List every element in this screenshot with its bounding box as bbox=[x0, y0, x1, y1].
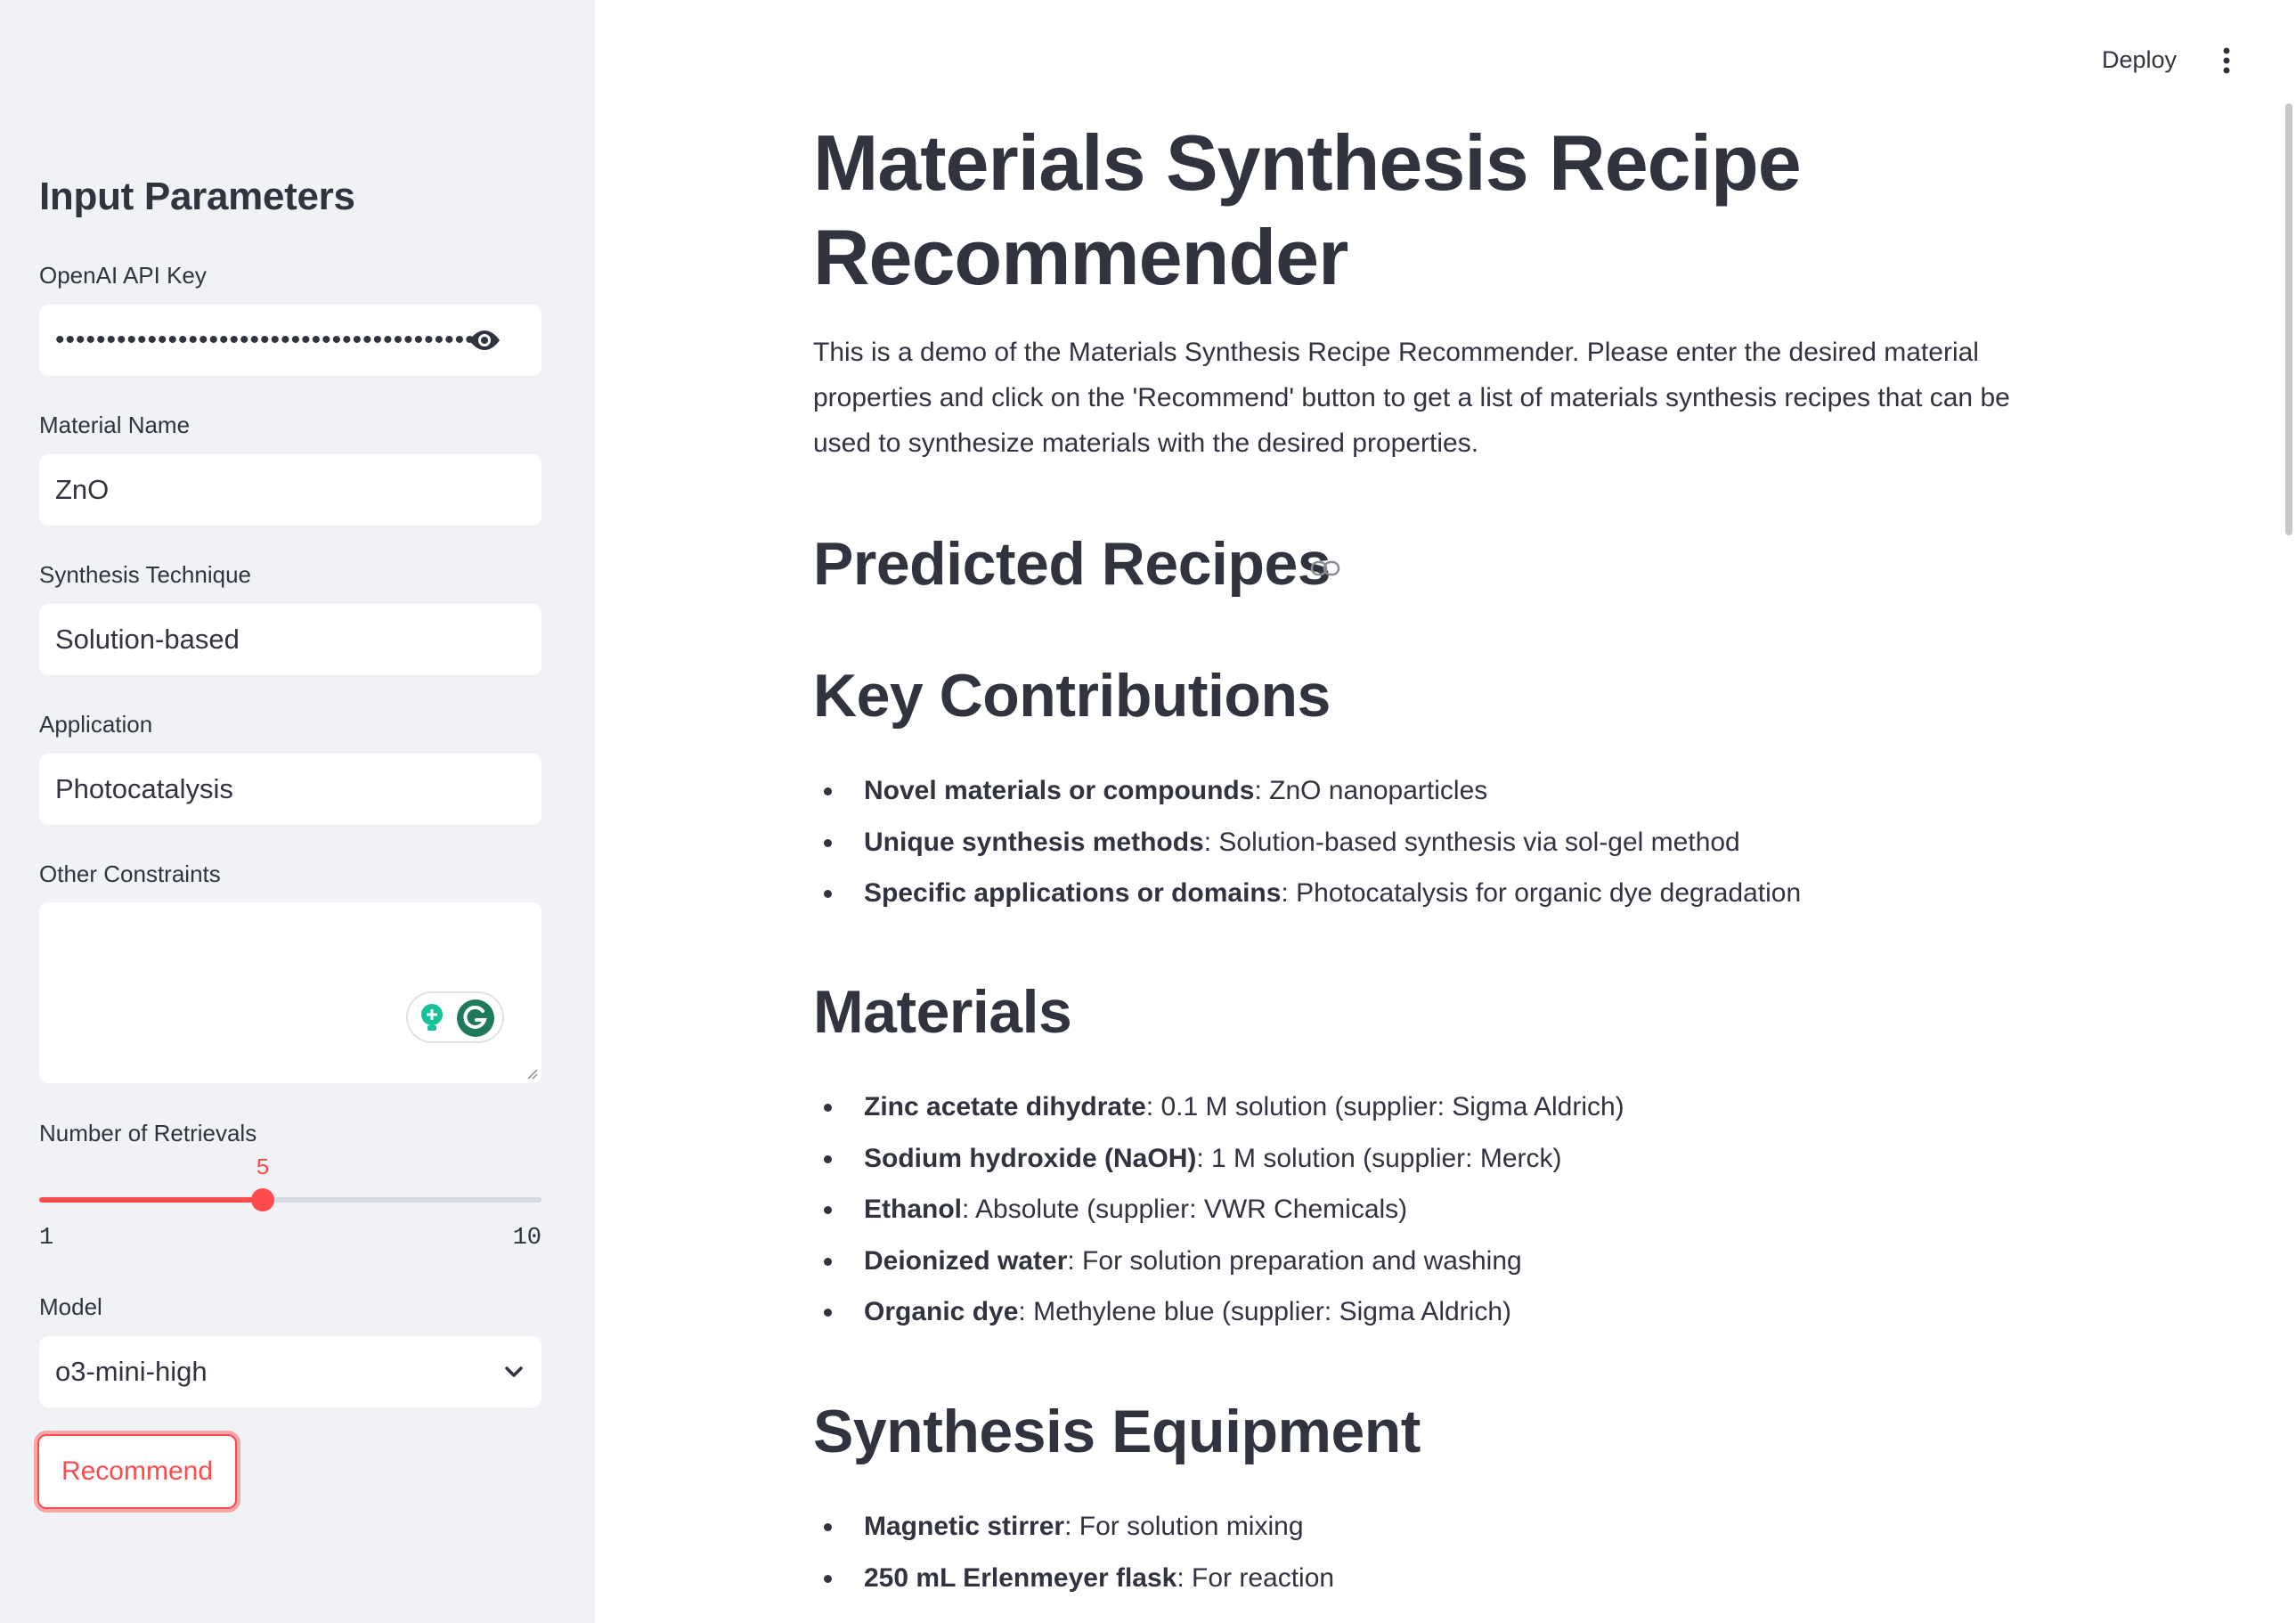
slider-thumb[interactable] bbox=[251, 1188, 274, 1211]
list-item-desc: : 0.1 M solution (supplier: Sigma Aldric… bbox=[1145, 1092, 1624, 1121]
grammarly-bulb-icon[interactable] bbox=[417, 1002, 447, 1032]
list-item-term: 250 mL Erlenmeyer flask bbox=[864, 1562, 1177, 1593]
list-item: Deionized water: For solution preparatio… bbox=[813, 1236, 1624, 1287]
list-item: Sodium hydroxide (NaOH): 1 M solution (s… bbox=[813, 1133, 1624, 1185]
predicted-recipes-heading: Predicted Recipes bbox=[813, 528, 1331, 599]
key-contributions-heading: Key Contributions bbox=[813, 662, 1331, 730]
equipment-list: Magnetic stirrer: For solution mixing 25… bbox=[813, 1501, 1334, 1603]
material-name-label: Material Name bbox=[39, 412, 191, 438]
slider-min-label: 1 bbox=[39, 1225, 54, 1252]
sidebar-heading: Input Parameters bbox=[39, 175, 355, 218]
list-item-term: Organic dye bbox=[864, 1297, 1019, 1326]
synthesis-equipment-heading: Synthesis Equipment bbox=[813, 1398, 1421, 1465]
list-item-term: Sodium hydroxide (NaOH) bbox=[864, 1143, 1197, 1173]
chevron-down-icon[interactable] bbox=[502, 1364, 525, 1380]
api-key-label: OpenAI API Key bbox=[39, 262, 207, 289]
retrievals-current-value: 5 bbox=[256, 1154, 270, 1181]
api-key-value: ••••••••••••••••••••••••••••••••••••••••… bbox=[55, 325, 474, 355]
grammarly-widget[interactable] bbox=[406, 991, 504, 1043]
recommend-button[interactable]: Recommend bbox=[37, 1434, 237, 1509]
list-item: 250 mL Erlenmeyer flask: For reaction bbox=[813, 1553, 1334, 1604]
material-name-input[interactable]: ZnO bbox=[39, 454, 541, 526]
resize-handle-icon[interactable] bbox=[524, 1065, 538, 1080]
synthesis-technique-value: Solution-based bbox=[55, 624, 240, 655]
model-label: Model bbox=[39, 1293, 102, 1320]
page-title: Materials Synthesis Recipe Recommender bbox=[813, 118, 1802, 301]
list-item-term: Novel materials or compounds bbox=[864, 776, 1255, 805]
list-item: Organic dye: Methylene blue (supplier: S… bbox=[813, 1286, 1624, 1338]
retrievals-label: Number of Retrievals bbox=[39, 1120, 257, 1146]
grammarly-g-icon[interactable] bbox=[456, 999, 495, 1038]
list-item-desc: : For solution mixing bbox=[1064, 1512, 1304, 1541]
list-item: Unique synthesis methods: Solution-based… bbox=[813, 817, 1801, 869]
list-item-term: Unique synthesis methods bbox=[864, 827, 1204, 857]
list-item-desc: : ZnO nanoparticles bbox=[1254, 776, 1488, 805]
kebab-menu-icon[interactable] bbox=[2218, 45, 2235, 77]
material-name-value: ZnO bbox=[55, 474, 110, 505]
predicted-recipes-heading-text: Predicted Recipes bbox=[813, 530, 1331, 598]
list-item-term: Zinc acetate dihydrate bbox=[864, 1092, 1146, 1121]
list-item-desc: : Methylene blue (supplier: Sigma Aldric… bbox=[1018, 1297, 1511, 1326]
list-item-term: Specific applications or domains bbox=[864, 878, 1282, 908]
intro-paragraph: This is a demo of the Materials Synthesi… bbox=[813, 338, 2010, 458]
deploy-button[interactable]: Deploy bbox=[2102, 46, 2177, 74]
materials-list: Zinc acetate dihydrate: 0.1 M solution (… bbox=[813, 1081, 1624, 1338]
list-item-term: Magnetic stirrer bbox=[864, 1512, 1065, 1541]
materials-heading: Materials bbox=[813, 978, 1072, 1046]
model-select[interactable]: o3-mini-high bbox=[39, 1336, 541, 1407]
list-item-term: Deionized water bbox=[864, 1245, 1068, 1276]
list-item: Ethanol: Absolute (supplier: VWR Chemica… bbox=[813, 1184, 1624, 1236]
list-item-desc: : Absolute (supplier: VWR Chemicals) bbox=[962, 1195, 1408, 1224]
api-key-input[interactable]: ••••••••••••••••••••••••••••••••••••••••… bbox=[39, 305, 541, 376]
application-value: Photocatalysis bbox=[55, 773, 233, 804]
list-item: Zinc acetate dihydrate: 0.1 M solution (… bbox=[813, 1081, 1624, 1133]
retrievals-slider[interactable] bbox=[39, 1188, 541, 1211]
link-icon[interactable] bbox=[1310, 559, 1340, 577]
eye-icon[interactable] bbox=[467, 328, 502, 353]
list-item-desc: : Photocatalysis for organic dye degrada… bbox=[1281, 878, 1802, 908]
list-item-desc: : 1 M solution (supplier: Merck) bbox=[1196, 1143, 1562, 1173]
synthesis-technique-label: Synthesis Technique bbox=[39, 561, 252, 588]
list-item: Novel materials or compounds: ZnO nanopa… bbox=[813, 765, 1801, 817]
synthesis-technique-input[interactable]: Solution-based bbox=[39, 604, 541, 675]
list-item-desc: : For solution preparation and washing bbox=[1067, 1245, 1522, 1276]
main-scrollbar[interactable] bbox=[2285, 103, 2292, 535]
other-constraints-textarea[interactable] bbox=[39, 902, 541, 1083]
list-item: Specific applications or domains: Photoc… bbox=[813, 868, 1801, 919]
other-constraints-label: Other Constraints bbox=[39, 860, 221, 887]
application-input[interactable]: Photocatalysis bbox=[39, 754, 541, 825]
list-item-term: Ethanol bbox=[864, 1195, 962, 1224]
slider-fill bbox=[39, 1197, 263, 1203]
sidebar: Input Parameters OpenAI API Key ••••••••… bbox=[0, 0, 595, 1623]
slider-max-label: 10 bbox=[512, 1225, 541, 1252]
key-contributions-list: Novel materials or compounds: ZnO nanopa… bbox=[813, 765, 1801, 919]
list-item: Magnetic stirrer: For solution mixing bbox=[813, 1501, 1334, 1553]
list-item-desc: : For reaction bbox=[1176, 1562, 1335, 1593]
application-label: Application bbox=[39, 711, 153, 738]
model-value: o3-mini-high bbox=[55, 1356, 208, 1387]
list-item-desc: : Solution-based synthesis via sol-gel m… bbox=[1203, 827, 1740, 857]
